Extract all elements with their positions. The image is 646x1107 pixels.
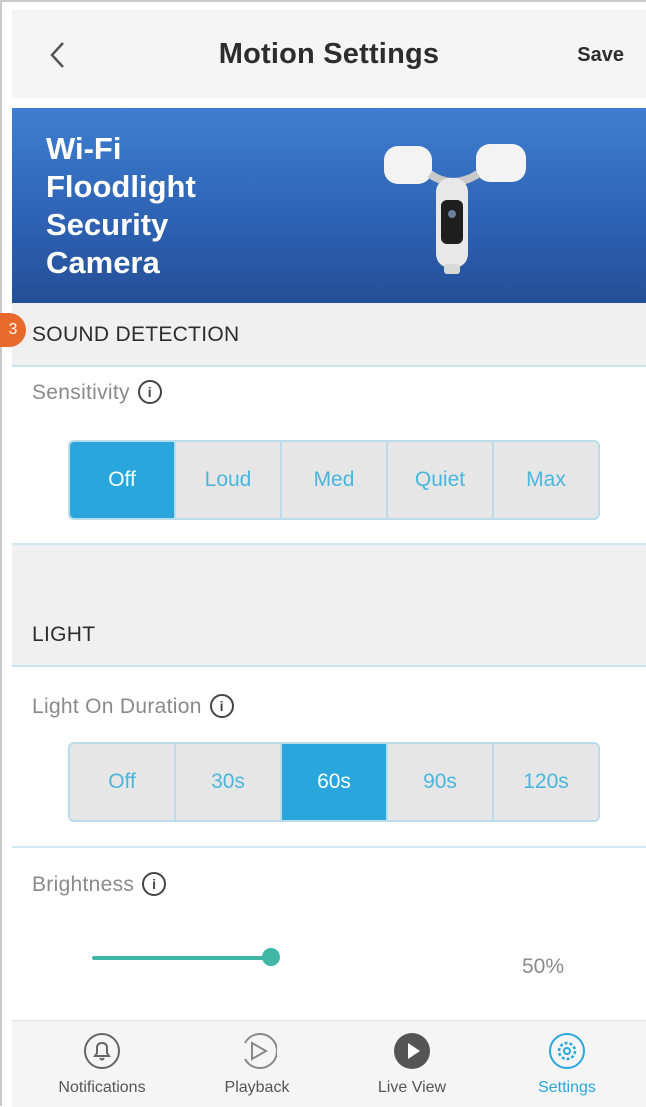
duration-option-120s[interactable]: 120s <box>494 744 598 820</box>
duration-option-30s[interactable]: 30s <box>176 744 282 820</box>
sensitivity-option-med[interactable]: Med <box>282 442 388 518</box>
page-title: Motion Settings <box>218 38 440 70</box>
tab-notifications[interactable]: Notifications <box>32 1021 172 1107</box>
live-view-play-icon <box>394 1033 430 1069</box>
sensitivity-option-off[interactable]: Off <box>70 442 176 518</box>
playback-icon <box>244 1033 277 1069</box>
sound-detection-title: SOUND DETECTION <box>32 323 240 346</box>
duration-option-off[interactable]: Off <box>70 744 176 820</box>
duration-option-90s[interactable]: 90s <box>388 744 494 820</box>
tab-label: Live View <box>377 1079 447 1096</box>
light-header: LIGHT <box>12 605 646 667</box>
sensitivity-label-text: Sensitivity <box>32 381 130 404</box>
sensitivity-option-loud[interactable]: Loud <box>176 442 282 518</box>
product-banner: Wi-Fi Floodlight Security Camera <box>12 108 646 303</box>
bottom-tab-bar: Notifications Playback Live View Setting… <box>12 1020 646 1107</box>
light-title: LIGHT <box>32 623 96 646</box>
tab-label: Notifications <box>58 1079 146 1096</box>
tab-label: Settings <box>538 1079 596 1096</box>
duration-option-60s[interactable]: 60s <box>282 744 388 820</box>
light-duration-label-text: Light On Duration <box>32 695 202 718</box>
floodlight-camera-image <box>384 144 526 274</box>
product-name: Wi-Fi Floodlight Security Camera <box>46 131 196 280</box>
light-duration-label: Light On Duration i <box>32 694 234 719</box>
nav-bar: Motion Settings Save <box>12 10 646 98</box>
light-duration-info-icon[interactable]: i <box>209 694 234 718</box>
brightness-label-text: Brightness <box>32 873 135 896</box>
sensitivity-label: Sensitivity i <box>32 380 162 405</box>
sound-detection-header: SOUND DETECTION <box>12 303 646 367</box>
brightness-slider-track[interactable] <box>92 956 270 960</box>
sensitivity-option-quiet[interactable]: Quiet <box>388 442 494 518</box>
brightness-label: Brightness i <box>32 872 167 897</box>
save-button[interactable]: Save <box>577 44 624 67</box>
tab-label: Playback <box>224 1079 290 1096</box>
bell-icon <box>84 1033 120 1069</box>
section-spacer <box>12 545 646 605</box>
sensitivity-option-max[interactable]: Max <box>494 442 598 518</box>
sensitivity-segmented-control: Off Loud Med Quiet Max <box>68 440 600 520</box>
sensitivity-info-icon[interactable]: i <box>137 380 162 404</box>
light-duration-segmented-control: Off 30s 60s 90s 120s <box>68 742 600 822</box>
brightness-info-icon[interactable]: i <box>142 872 167 896</box>
brightness-value: 50% <box>522 955 565 978</box>
tab-playback[interactable]: Playback <box>187 1021 327 1107</box>
divider <box>12 846 646 848</box>
gear-icon <box>549 1033 585 1069</box>
tab-live-view[interactable]: Live View <box>342 1021 482 1107</box>
brightness-slider-handle[interactable] <box>262 948 280 966</box>
tab-settings[interactable]: Settings <box>497 1021 637 1107</box>
